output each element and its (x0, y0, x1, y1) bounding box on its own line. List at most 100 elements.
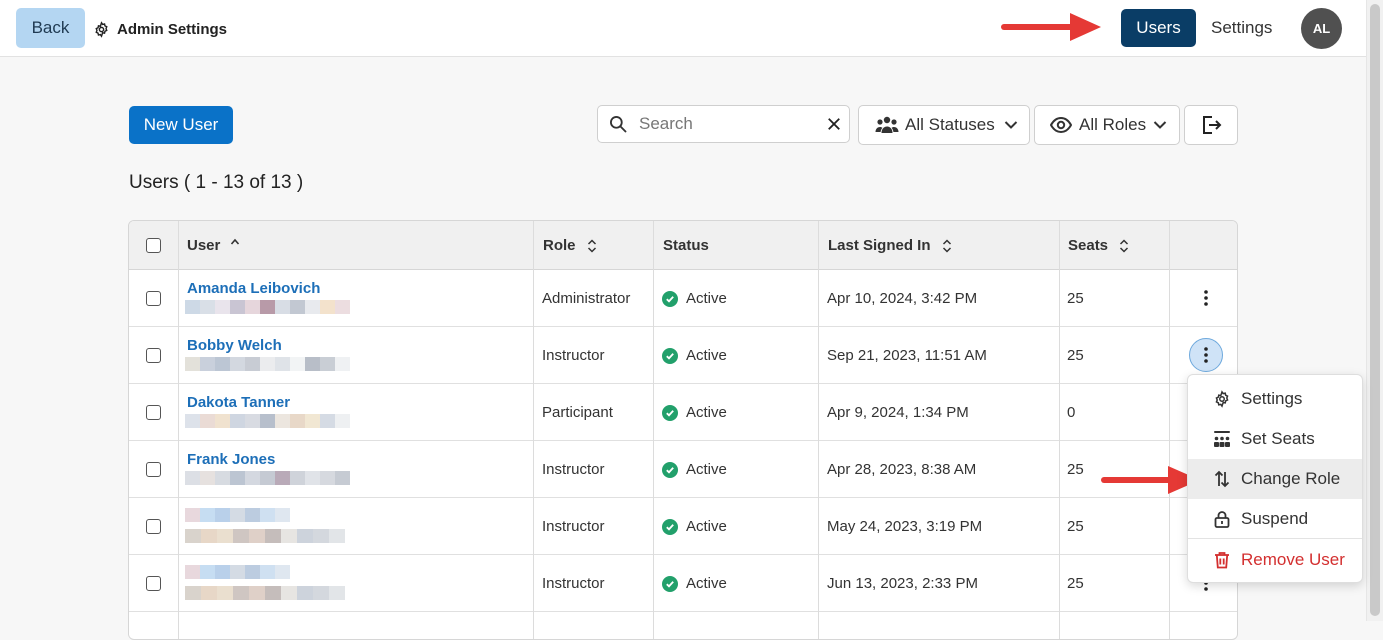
page-scrollbar[interactable] (1366, 0, 1383, 621)
users-group-icon (875, 116, 899, 133)
more-vertical-icon (1204, 347, 1208, 363)
chevron-down-icon (1153, 121, 1167, 129)
menu-item-settings[interactable]: Settings (1188, 379, 1362, 419)
menu-item-remove-user[interactable]: Remove User (1188, 540, 1362, 580)
column-header-seats[interactable]: Seats (1068, 221, 1129, 270)
users-nav-button[interactable]: Users (1121, 9, 1196, 47)
status-label: Active (686, 461, 727, 478)
table-row[interactable]: Frank Jones Instructor Active Apr 28, 2023,… (129, 441, 1237, 498)
scroll-thumb[interactable] (1370, 4, 1380, 616)
row-actions-button[interactable] (1189, 281, 1223, 315)
role-cell: Instructor (542, 518, 605, 535)
top-bar: Back Admin Settings Users Settings AL (0, 0, 1366, 57)
column-header-last-signed-in[interactable]: Last Signed In (828, 221, 952, 270)
chevron-down-icon (1004, 121, 1017, 129)
redacted-email (185, 586, 345, 600)
menu-item-label: Set Seats (1241, 429, 1315, 448)
swap-vertical-icon (1214, 470, 1230, 488)
column-header-status: Status (663, 221, 709, 270)
table-row[interactable]: Dakota Tanner Participant Active Apr 9, 202… (129, 384, 1237, 441)
redacted-email (185, 471, 350, 485)
seats-cell: 25 (1067, 290, 1084, 307)
column-label: Status (663, 237, 709, 254)
row-checkbox[interactable] (146, 519, 161, 534)
last-signed-in-cell: Apr 9, 2024, 1:34 PM (827, 404, 969, 421)
seats-cell: 0 (1067, 404, 1076, 421)
new-user-button[interactable]: New User (129, 106, 233, 144)
status-filter-dropdown[interactable]: All Statuses (858, 105, 1030, 145)
gear-icon (1215, 390, 1229, 408)
role-filter-dropdown[interactable]: All Roles (1034, 105, 1180, 145)
menu-item-label: Settings (1241, 389, 1303, 408)
last-signed-in-cell: Sep 21, 2023, 11:51 AM (827, 347, 987, 364)
status-label: Active (686, 518, 727, 535)
redacted-email (185, 414, 350, 428)
clear-search-icon[interactable] (825, 115, 843, 133)
more-vertical-icon (1204, 290, 1208, 306)
table-row[interactable]: Amanda Leibovich Administrator Active Apr 1… (129, 270, 1237, 327)
users-count-heading: Users ( 1 - 13 of 13 ) (129, 172, 304, 193)
column-label: User (187, 237, 221, 254)
export-icon (1203, 116, 1222, 134)
user-name-link[interactable]: Frank Jones (187, 451, 275, 468)
table-row[interactable]: Instructor Active May 24, 2023, 3:19 PM 25 (129, 498, 1237, 555)
menu-item-label: Remove User (1241, 550, 1345, 569)
menu-divider (1188, 538, 1362, 539)
sort-icon (1120, 238, 1129, 253)
redacted-name (185, 565, 290, 579)
user-avatar[interactable]: AL (1301, 8, 1342, 49)
row-actions-button[interactable] (1189, 338, 1223, 372)
seats-cell: 25 (1067, 518, 1084, 535)
search-input[interactable] (639, 114, 819, 134)
export-button[interactable] (1184, 105, 1238, 145)
status-label: Active (686, 290, 727, 307)
table-row[interactable]: Bobby Welch Instructor Active Sep 21, 2023,… (129, 327, 1237, 384)
menu-item-change-role[interactable]: Change Role (1188, 459, 1362, 499)
settings-nav-link[interactable]: Settings (1211, 16, 1272, 40)
role-cell: Administrator (542, 290, 631, 307)
seats-icon (1214, 431, 1230, 447)
column-divider (533, 221, 534, 639)
menu-item-suspend[interactable]: Suspend (1188, 499, 1362, 539)
role-cell: Instructor (542, 575, 605, 592)
column-divider (178, 221, 179, 639)
check-circle-icon (662, 347, 678, 364)
column-header-role[interactable]: Role (543, 221, 597, 270)
table-header: User Role Status Last Signed In Seats (129, 221, 1237, 270)
back-button[interactable]: Back (16, 8, 85, 48)
check-circle-icon (662, 518, 678, 535)
column-divider (818, 221, 819, 639)
redacted-email (185, 529, 345, 543)
user-name-link[interactable]: Bobby Welch (187, 337, 282, 354)
admin-settings-label: Admin Settings (117, 20, 228, 38)
row-checkbox[interactable] (146, 405, 161, 420)
user-name-link[interactable]: Dakota Tanner (187, 394, 290, 411)
status-cell: Active (662, 518, 727, 535)
user-name-link[interactable]: Amanda Leibovich (187, 280, 320, 297)
column-header-user[interactable]: User (187, 221, 240, 270)
row-checkbox[interactable] (146, 576, 161, 591)
seats-cell: 25 (1067, 575, 1084, 592)
status-label: Active (686, 404, 727, 421)
gear-icon (95, 20, 108, 38)
check-circle-icon (662, 404, 678, 421)
search-box[interactable] (597, 105, 850, 143)
row-checkbox[interactable] (146, 348, 161, 363)
select-all-checkbox[interactable] (146, 238, 161, 253)
column-divider (1169, 221, 1170, 639)
table-row[interactable]: Instructor Active Jun 13, 2023, 2:33 PM 25 (129, 555, 1237, 612)
row-checkbox[interactable] (146, 462, 161, 477)
sort-icon (587, 238, 596, 253)
status-cell: Active (662, 461, 727, 478)
status-filter-label: All Statuses (905, 115, 995, 134)
last-signed-in-cell: Jun 13, 2023, 2:33 PM (827, 575, 978, 592)
menu-item-set-seats[interactable]: Set Seats (1188, 419, 1362, 459)
admin-settings-title: Admin Settings (93, 18, 227, 40)
row-checkbox[interactable] (146, 291, 161, 306)
users-table: User Role Status Last Signed In Seats Am… (128, 220, 1238, 640)
column-label: Role (543, 237, 576, 254)
status-cell: Active (662, 575, 727, 592)
status-label: Active (686, 575, 727, 592)
seats-cell: 25 (1067, 347, 1084, 364)
menu-item-label: Suspend (1241, 509, 1309, 528)
